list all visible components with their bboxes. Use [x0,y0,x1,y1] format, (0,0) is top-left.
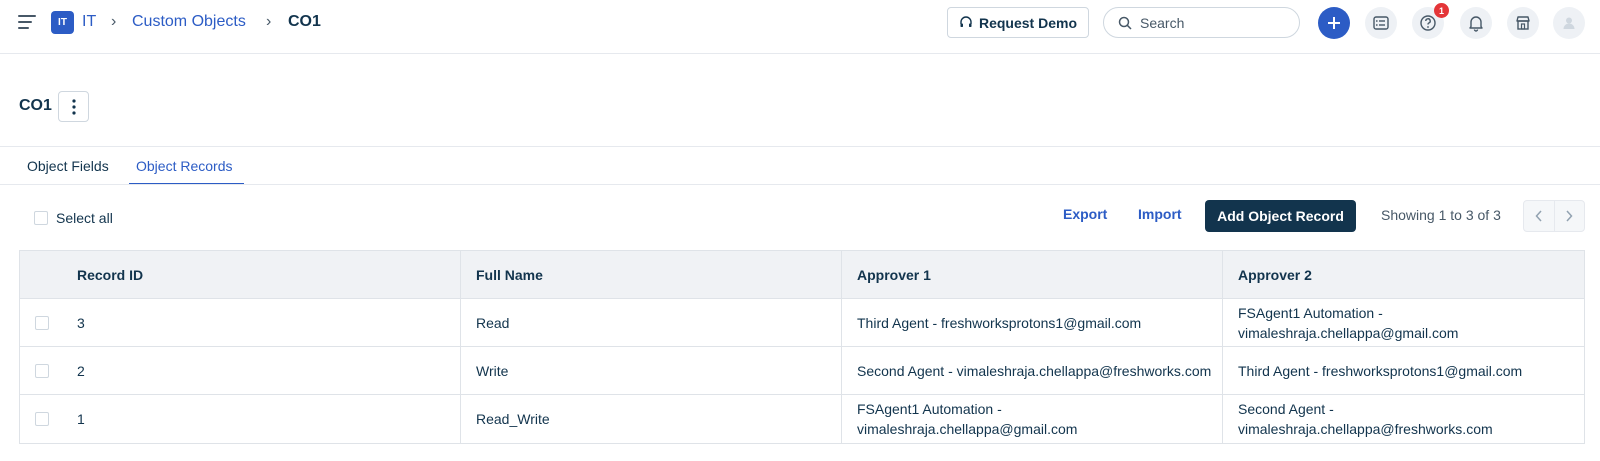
create-new-button[interactable] [1318,7,1350,39]
record-id-cell[interactable]: 2 [77,347,461,394]
search-input[interactable] [1140,14,1290,31]
more-options-button[interactable] [58,91,89,122]
full-name-cell: Write [461,347,842,394]
row-checkbox[interactable] [35,412,49,426]
pagination-summary: Showing 1 to 3 of 3 [1381,207,1501,223]
store-icon [1516,16,1530,30]
breadcrumb-separator-icon: › [111,13,117,30]
full-name-cell: Read [461,299,842,346]
request-demo-label: Request Demo [978,14,1078,31]
select-all-label: Select all [56,210,113,226]
notification-count-badge: 1 [1434,3,1449,18]
chevron-right-icon [1566,210,1573,222]
export-button[interactable]: Export [1063,206,1107,222]
full-name-cell: Read_Write [461,395,842,443]
breadcrumb-current: CO1 [288,13,321,30]
approver-1-cell: Third Agent - freshworksprotons1@gmail.c… [842,299,1223,346]
table-header-row: Record ID Full Name Approver 1 Approver … [20,251,1584,299]
records-table: Record ID Full Name Approver 1 Approver … [19,250,1585,444]
menu-icon[interactable] [18,15,36,29]
row-checkbox[interactable] [35,315,49,330]
request-demo-button[interactable]: Request Demo [947,7,1089,38]
headset-icon [960,15,972,27]
checklist-icon [1373,16,1389,30]
vertical-dots-icon [71,98,76,115]
tab-object-fields[interactable]: Object Fields [27,158,109,174]
table-row[interactable]: 1 Read_Write FSAgent1 Automation - vimal… [20,395,1584,443]
notifications-button[interactable] [1460,7,1492,39]
avatar[interactable] [1553,7,1585,39]
user-icon [1563,17,1575,29]
column-header-record-id[interactable]: Record ID [77,251,461,298]
row-checkbox-cell [20,299,77,346]
help-button[interactable]: 1 [1412,3,1449,39]
select-all-checkbox[interactable] [34,211,48,225]
help-icon [1420,15,1436,31]
row-checkbox-cell [20,347,77,394]
add-object-record-button[interactable]: Add Object Record [1205,200,1356,232]
tab-object-records[interactable]: Object Records [136,158,232,174]
top-bar: IT IT › Custom Objects › CO1 Request Dem… [0,0,1600,54]
tabs-divider [0,184,1600,185]
import-button[interactable]: Import [1138,206,1182,222]
row-checkbox[interactable] [35,363,49,378]
record-id-cell[interactable]: 1 [77,395,461,443]
row-checkbox-cell [20,395,77,443]
pagination-controls [1523,200,1585,232]
workspace-badge: IT [51,11,74,34]
header-checkbox-cell [20,251,77,298]
header-divider [0,146,1600,147]
breadcrumb-custom-objects[interactable]: Custom Objects [132,13,246,31]
approver-2-cell: Third Agent - freshworksprotons1@gmail.c… [1238,362,1523,379]
marketplace-button[interactable] [1507,7,1539,39]
previous-page-button[interactable] [1524,201,1555,231]
column-header-approver-2[interactable]: Approver 2 [1223,251,1584,298]
chevron-left-icon [1535,210,1542,222]
column-header-approver-1[interactable]: Approver 1 [842,251,1223,298]
record-id-cell[interactable]: 3 [77,299,461,346]
bell-icon [1469,16,1483,32]
approver-1-cell: Second Agent - vimaleshraja.chellappa@fr… [842,347,1223,394]
approver-2-cell: Second Agent - vimaleshraja.chellappa@fr… [1238,401,1493,437]
search-box[interactable] [1103,7,1300,38]
plus-icon [1328,17,1340,29]
approver-1-cell: FSAgent1 Automation - vimaleshraja.chell… [842,395,1223,443]
next-page-button[interactable] [1555,201,1585,231]
search-icon [1118,16,1132,30]
table-row[interactable]: 3 Read Third Agent - freshworksprotons1@… [20,299,1584,347]
checklist-button[interactable] [1365,7,1397,39]
page-title: CO1 [19,97,52,114]
breadcrumb-workspace[interactable]: IT [82,13,96,31]
column-header-full-name[interactable]: Full Name [461,251,842,298]
breadcrumb-separator-icon: › [266,13,272,30]
table-row[interactable]: 2 Write Second Agent - vimaleshraja.chel… [20,347,1584,395]
approver-2-cell: FSAgent1 Automation - vimaleshraja.chell… [1238,304,1459,341]
select-all[interactable]: Select all [34,210,113,226]
